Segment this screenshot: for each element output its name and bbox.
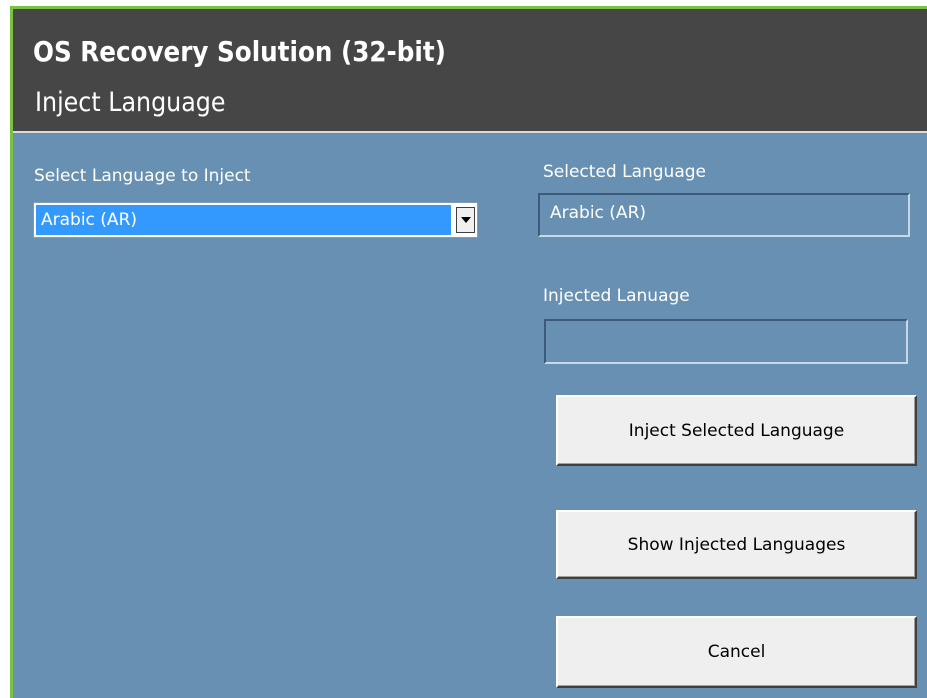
page-title: Inject Language xyxy=(35,87,226,118)
dropdown-arrow-icon[interactable] xyxy=(456,207,475,233)
show-injected-languages-button[interactable]: Show Injected Languages xyxy=(556,510,917,579)
inject-selected-language-button[interactable]: Inject Selected Language xyxy=(556,395,917,466)
cancel-button[interactable]: Cancel xyxy=(556,616,917,688)
language-select-value: Arabic (AR) xyxy=(36,205,451,235)
injected-language-label: Injected Lanuage xyxy=(543,286,690,306)
select-language-label: Select Language to Inject xyxy=(34,166,251,186)
selected-language-field: Arabic (AR) xyxy=(538,193,910,237)
selected-language-label: Selected Language xyxy=(543,162,706,182)
inject-language-window: OS Recovery Solution (32-bit) Inject Lan… xyxy=(10,6,927,698)
injected-language-field xyxy=(544,319,908,364)
language-select[interactable]: Arabic (AR) xyxy=(33,202,478,238)
header: OS Recovery Solution (32-bit) Inject Lan… xyxy=(13,6,927,133)
app-title: OS Recovery Solution (32-bit) xyxy=(33,35,446,68)
